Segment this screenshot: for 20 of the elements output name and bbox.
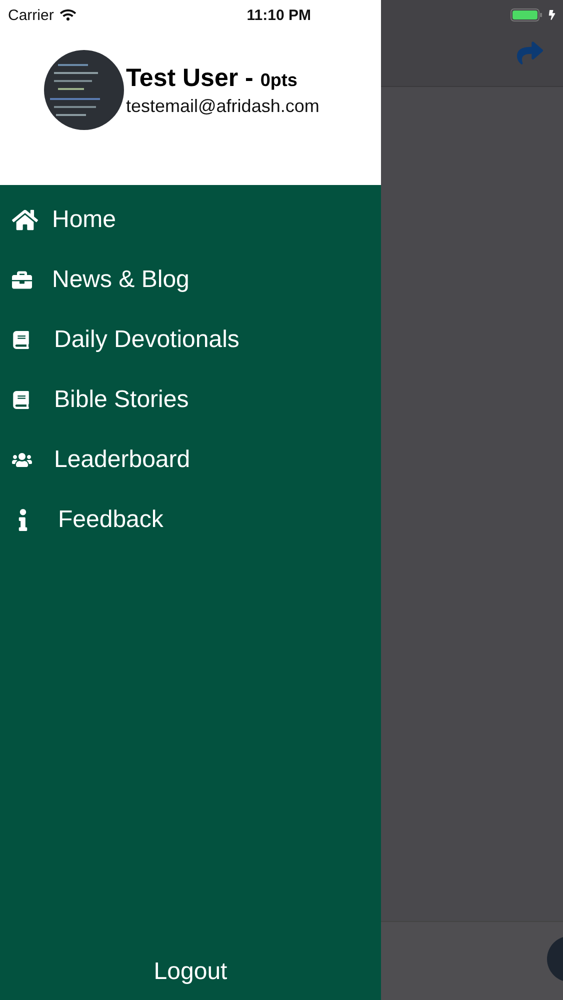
people-icon <box>12 450 32 470</box>
menu-item[interactable]: News & Blog <box>0 259 381 301</box>
user-email: testemail@afridash.com <box>126 96 320 116</box>
book-icon <box>12 391 30 409</box>
home-icon <box>12 207 38 233</box>
charging-icon <box>547 10 557 20</box>
menu-item[interactable]: Leaderboard <box>0 439 381 481</box>
user-name: Test User - 0pts <box>126 64 298 92</box>
carrier-label: Carrier <box>8 6 54 24</box>
book-icon <box>12 331 30 349</box>
menu-item[interactable]: Bible Stories <box>0 379 381 421</box>
wifi-icon <box>60 7 76 23</box>
menu-item[interactable]: Daily Devotionals <box>0 319 381 361</box>
share-icon[interactable] <box>517 40 543 66</box>
battery-icon <box>510 7 544 23</box>
status-time: 11:10 PM <box>246 6 311 24</box>
briefcase-icon <box>12 270 32 290</box>
logout-button[interactable]: Logout <box>154 958 228 986</box>
menu-item[interactable]: Feedback <box>0 499 381 541</box>
menu-item[interactable]: Home <box>0 199 381 241</box>
